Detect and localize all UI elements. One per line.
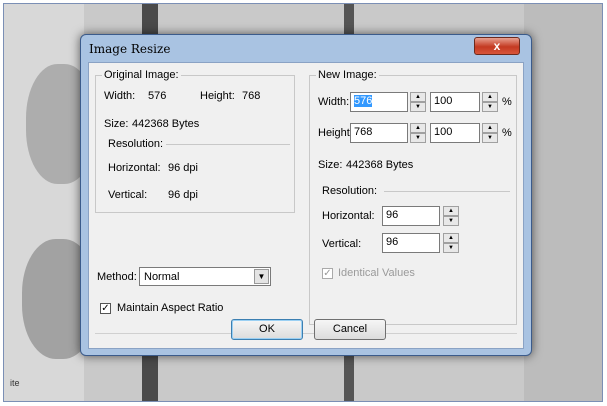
new-horizontal-input[interactable]: 96 xyxy=(382,206,440,226)
window-title: Image Resize xyxy=(89,42,171,56)
method-select[interactable]: Normal ▼ xyxy=(139,267,271,286)
close-icon: x xyxy=(493,39,501,53)
new-horizontal-spinner[interactable]: ▲ ▼ xyxy=(443,206,459,226)
image-resize-dialog: Image Resize x Original Image: Width: 57… xyxy=(80,34,532,356)
paper-shade xyxy=(524,4,602,401)
new-width-value: 576 xyxy=(354,95,373,107)
new-size-label: Size: xyxy=(318,159,343,171)
new-image-legend: New Image: xyxy=(316,69,379,81)
new-height-percent-input[interactable]: 100 xyxy=(430,123,480,143)
new-vertical-spinner[interactable]: ▲ ▼ xyxy=(443,233,459,253)
new-resolution-legend: Resolution: xyxy=(322,185,378,197)
original-height-label: Height: xyxy=(200,90,235,102)
new-width-percent-input[interactable]: 100 xyxy=(430,92,480,112)
original-width-label: Width: xyxy=(104,90,136,102)
original-resolution-legend: Resolution: xyxy=(108,138,164,150)
original-image-group: Original Image: Width: 576 Height: 768 S… xyxy=(95,69,295,213)
new-size-value: 442368 Bytes xyxy=(346,159,414,171)
new-height-input[interactable]: 768 xyxy=(350,123,408,143)
resolution-separator xyxy=(166,144,290,145)
original-image-legend: Original Image: xyxy=(102,69,181,81)
height-percent-symbol: % xyxy=(502,127,512,139)
new-width-percent-spinner[interactable]: ▲ ▼ xyxy=(482,92,498,112)
spin-down-icon[interactable]: ▼ xyxy=(410,102,426,112)
identical-values-checkbox[interactable]: ✓ xyxy=(322,268,333,279)
resolution-separator xyxy=(384,191,510,192)
new-vertical-input[interactable]: 96 xyxy=(382,233,440,253)
close-button[interactable]: x xyxy=(474,37,520,55)
spin-down-icon[interactable]: ▼ xyxy=(482,133,498,143)
identical-values-label: Identical Values xyxy=(338,267,415,279)
original-size-value: 442368 Bytes xyxy=(132,118,200,130)
screenshot-frame: ite Image Resize x Original Image: Width… xyxy=(3,3,603,402)
new-height-spinner[interactable]: ▲ ▼ xyxy=(410,123,426,143)
spin-up-icon[interactable]: ▲ xyxy=(410,92,426,102)
new-width-label: Width: xyxy=(318,96,350,108)
background-text: ite xyxy=(10,378,20,388)
new-height-percent-spinner[interactable]: ▲ ▼ xyxy=(482,123,498,143)
original-size-label: Size: xyxy=(104,118,129,130)
spin-down-icon[interactable]: ▼ xyxy=(482,102,498,112)
original-vertical-value: 96 dpi xyxy=(168,189,198,201)
spin-up-icon[interactable]: ▲ xyxy=(443,206,459,216)
ok-button[interactable]: OK xyxy=(231,319,303,340)
new-image-group: New Image: Width: 576 ▲ ▼ 100 ▲ ▼ % Heig… xyxy=(309,69,517,325)
width-percent-symbol: % xyxy=(502,96,512,108)
original-vertical-label: Vertical: xyxy=(108,189,148,201)
new-horizontal-label: Horizontal: xyxy=(322,210,375,222)
spin-down-icon[interactable]: ▼ xyxy=(443,243,459,253)
original-horizontal-label: Horizontal: xyxy=(108,162,161,174)
maintain-aspect-checkbox[interactable]: ✓ xyxy=(100,303,111,314)
spin-down-icon[interactable]: ▼ xyxy=(410,133,426,143)
new-width-input[interactable]: 576 xyxy=(350,92,408,112)
maintain-aspect-label: Maintain Aspect Ratio xyxy=(117,302,224,314)
method-value: Normal xyxy=(144,271,180,283)
spin-down-icon[interactable]: ▼ xyxy=(443,216,459,226)
dialog-client: Original Image: Width: 576 Height: 768 S… xyxy=(88,62,524,349)
new-width-spinner[interactable]: ▲ ▼ xyxy=(410,92,426,112)
spin-up-icon[interactable]: ▲ xyxy=(482,92,498,102)
spin-up-icon[interactable]: ▲ xyxy=(410,123,426,133)
spin-up-icon[interactable]: ▲ xyxy=(482,123,498,133)
button-separator xyxy=(95,333,517,334)
new-height-label: Height: xyxy=(318,127,353,139)
spin-up-icon[interactable]: ▲ xyxy=(443,233,459,243)
original-height-value: 768 xyxy=(242,90,261,102)
cancel-button[interactable]: Cancel xyxy=(314,319,386,340)
title-bar[interactable]: Image Resize x xyxy=(81,35,531,61)
original-width-value: 576 xyxy=(148,90,167,102)
method-label: Method: xyxy=(97,271,137,283)
chevron-down-icon[interactable]: ▼ xyxy=(254,269,269,284)
original-horizontal-value: 96 dpi xyxy=(168,162,198,174)
new-vertical-label: Vertical: xyxy=(322,238,362,250)
